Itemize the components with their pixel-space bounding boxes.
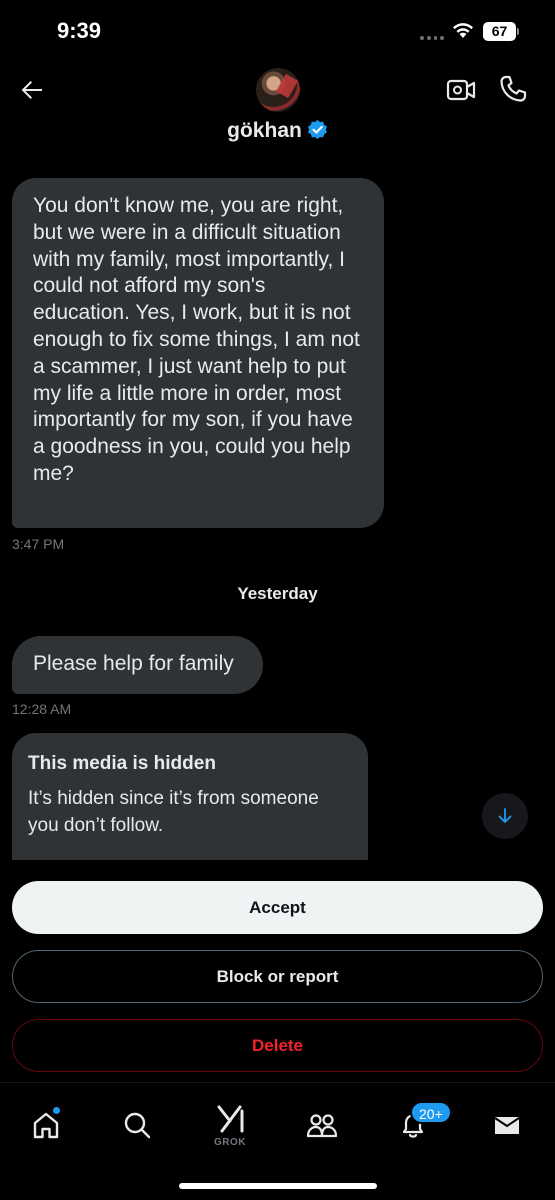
block-or-report-button[interactable]: Block or report <box>12 950 543 1003</box>
video-call-icon[interactable] <box>446 76 476 104</box>
communities-icon <box>306 1114 338 1138</box>
message-timestamp: 3:47 PM <box>12 536 65 552</box>
hidden-media-title: This media is hidden <box>28 753 216 774</box>
contact-name: gökhan <box>227 119 302 142</box>
messages-icon <box>494 1117 520 1134</box>
scroll-to-bottom-button[interactable] <box>482 793 528 839</box>
nav-home[interactable] <box>26 1105 66 1145</box>
back-arrow-icon[interactable] <box>16 74 48 106</box>
battery-level: 67 <box>483 22 516 41</box>
hidden-media-subtitle: It’s hidden since it’s from someone you … <box>28 788 319 836</box>
message-timestamp: 12:28 AM <box>12 701 72 717</box>
message-bubble[interactable]: Please help for family <box>12 636 263 694</box>
nav-search[interactable] <box>117 1105 157 1145</box>
status-time: 9:39 <box>57 18 102 43</box>
arrow-down-icon <box>498 808 512 823</box>
message-text: You don't know me, you are right, but we… <box>33 194 360 485</box>
verified-badge-icon <box>307 119 327 140</box>
home-notification-dot <box>53 1107 60 1114</box>
status-bar: 9:39 67 <box>0 0 555 62</box>
notifications-badge: 20+ <box>410 1101 452 1124</box>
wifi-icon <box>453 23 473 38</box>
accept-button[interactable]: Accept <box>12 881 543 934</box>
grok-icon <box>217 1105 244 1133</box>
nav-communities[interactable] <box>302 1105 342 1145</box>
contact-name-row[interactable]: gökhan <box>0 119 555 143</box>
cellular-signal-icon <box>420 36 444 42</box>
delete-button[interactable]: Delete <box>12 1019 543 1072</box>
phone-call-icon[interactable] <box>498 74 528 104</box>
message-request-actions: Accept Block or report Delete <box>0 860 555 1080</box>
home-icon <box>33 1112 59 1139</box>
search-icon <box>124 1112 151 1139</box>
grok-label: GROK <box>214 1137 246 1148</box>
battery-icon: 67 <box>483 22 519 41</box>
home-indicator <box>179 1183 377 1189</box>
conversation-header: gökhan <box>0 62 555 157</box>
hidden-media-card[interactable]: This media is hidden It’s hidden since i… <box>12 733 368 863</box>
nav-grok[interactable]: GROK <box>209 1105 251 1148</box>
date-separator: Yesterday <box>237 584 318 603</box>
message-bubble[interactable]: You don't know me, you are right, but we… <box>12 178 384 528</box>
message-text: Please help for family <box>33 652 234 675</box>
nav-messages[interactable] <box>487 1105 527 1145</box>
avatar[interactable] <box>256 68 300 112</box>
